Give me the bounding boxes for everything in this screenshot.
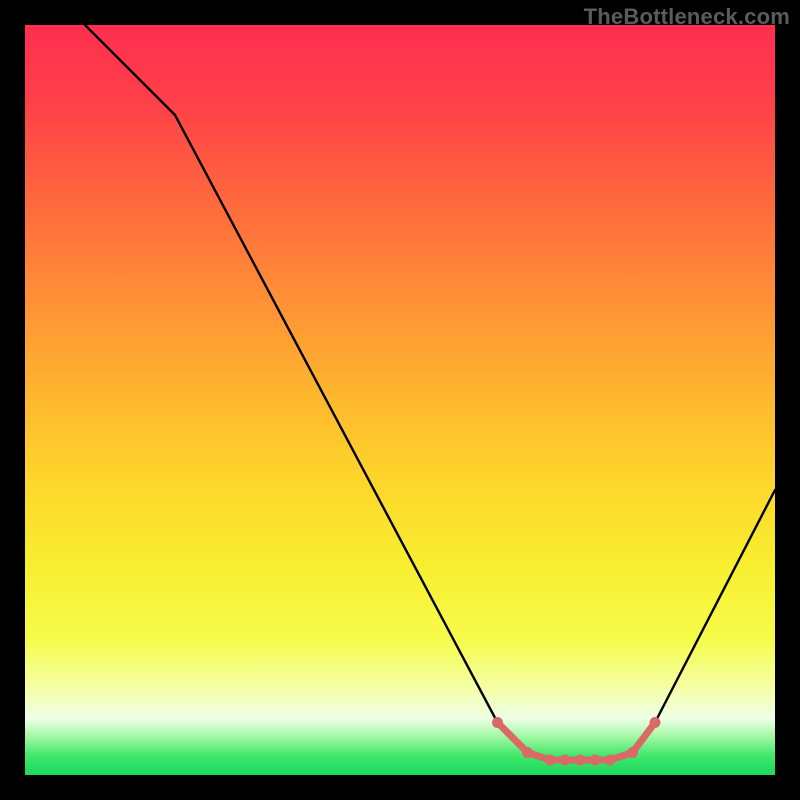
optimal-zone-dot (605, 755, 616, 766)
curve-svg (25, 25, 775, 775)
optimal-zone-dot (492, 717, 503, 728)
bottleneck-curve (85, 25, 775, 760)
optimal-zone-dot (650, 717, 661, 728)
optimal-zone-dot (560, 755, 571, 766)
chart-container: TheBottleneck.com (0, 0, 800, 800)
optimal-zone-dot (545, 755, 556, 766)
plot-area (25, 25, 775, 775)
optimal-zone-dot (575, 755, 586, 766)
optimal-zone-dot (522, 747, 533, 758)
optimal-zone-dot (627, 747, 638, 758)
optimal-zone-dot (590, 755, 601, 766)
